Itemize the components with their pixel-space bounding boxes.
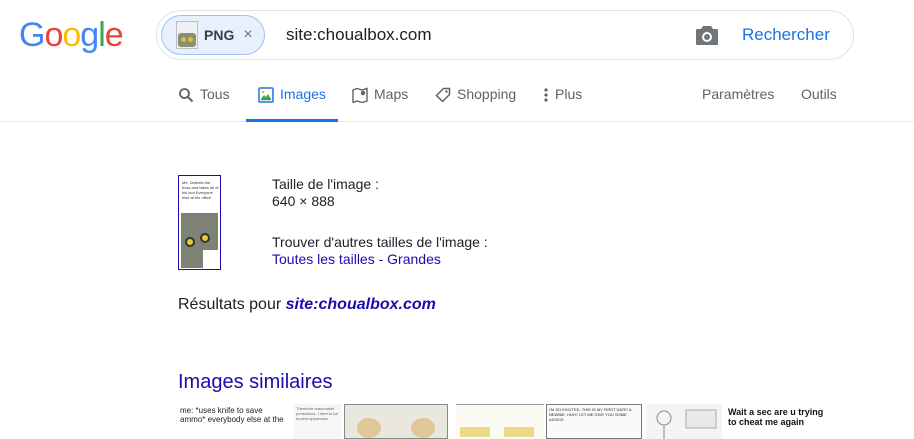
tab-label: Tous [200, 86, 230, 102]
search-tabs: Tous Images Maps Shopping Plus Paramètre… [0, 78, 914, 122]
search-box[interactable]: PNG × site:choualbox.com Rechercher [156, 10, 854, 60]
logo-letter: o [62, 16, 81, 54]
other-sizes-label: Trouver d'autres tailles de l'image : [272, 234, 488, 250]
tab-settings[interactable]: Paramètres [702, 86, 774, 122]
image-size-value: 640 × 888 [272, 193, 335, 209]
google-logo[interactable]: Google [19, 15, 124, 55]
results-query-link[interactable]: site:choualbox.com [286, 296, 436, 313]
similar-image[interactable]: Therefore reasonable predictions, I here… [294, 404, 342, 439]
similar-image-text: me: *uses knife to save ammo* everybody … [180, 406, 284, 424]
similar-image[interactable] [344, 404, 448, 439]
all-sizes-link[interactable]: Toutes les tailles [272, 251, 375, 267]
tag-icon [435, 87, 451, 103]
tab-maps[interactable]: Maps [352, 86, 408, 122]
logo-letter: G [19, 16, 45, 54]
image-query-chip[interactable]: PNG × [161, 15, 265, 55]
similar-image[interactable] [456, 404, 544, 439]
search-icon [179, 88, 194, 103]
results-prefix: Résultats pour [178, 296, 286, 313]
tab-label: Images [280, 86, 326, 102]
thumbnail-caption: Me: Defeats the boss and takes all of hi… [182, 180, 219, 200]
tab-label: Shopping [457, 86, 517, 102]
similar-image[interactable]: Wait a sec are u trying to cheat me agai… [726, 404, 832, 439]
tab-all[interactable]: Tous [178, 86, 230, 122]
tab-shopping[interactable]: Shopping [435, 86, 516, 122]
similar-image-text: Wait a sec are u trying to cheat me agai… [728, 407, 824, 427]
logo-letter: o [44, 16, 63, 54]
logo-letter: e [104, 16, 124, 54]
tab-label: Maps [374, 86, 409, 102]
results-for: Résultats pour site:choualbox.com [178, 296, 436, 314]
tab-label: Plus [555, 86, 583, 102]
more-vert-icon [544, 88, 548, 102]
other-sizes-links: Toutes les tailles - Grandes [272, 251, 441, 267]
similar-image[interactable]: me: *uses knife to save ammo* everybody … [178, 404, 290, 439]
image-size-label: Taille de l'image : [272, 176, 379, 192]
image-icon [258, 87, 274, 103]
close-icon[interactable]: × [243, 27, 252, 43]
chip-thumbnail [176, 21, 198, 49]
similar-image[interactable] [646, 404, 722, 439]
large-sizes-link[interactable]: Grandes [387, 251, 441, 267]
link-separator: - [374, 251, 388, 267]
similar-images-heading[interactable]: Images similaires [178, 371, 332, 394]
query-image-thumbnail[interactable]: Me: Defeats the boss and takes all of hi… [178, 175, 221, 270]
tab-more[interactable]: Plus [543, 86, 582, 122]
tab-label: Paramètres [702, 86, 775, 102]
map-icon [352, 87, 368, 103]
chip-label: PNG [204, 27, 235, 43]
tab-images[interactable]: Images [246, 86, 338, 122]
similar-image[interactable]: I'M SO EXCITED, THIS IS MY FIRST DATE! A… [546, 404, 642, 439]
tab-label: Outils [801, 86, 837, 102]
camera-icon[interactable] [695, 24, 719, 46]
meme-illustration [181, 213, 218, 268]
similar-image-text: I'M SO EXCITED, THIS IS MY FIRST DATE! A… [549, 407, 632, 422]
search-input[interactable]: site:choualbox.com [286, 25, 432, 45]
search-button[interactable]: Rechercher [742, 25, 830, 45]
tab-tools[interactable]: Outils [801, 86, 837, 122]
logo-letter: g [80, 16, 99, 54]
similar-image-text: Therefore reasonable predictions, I here… [296, 406, 338, 421]
